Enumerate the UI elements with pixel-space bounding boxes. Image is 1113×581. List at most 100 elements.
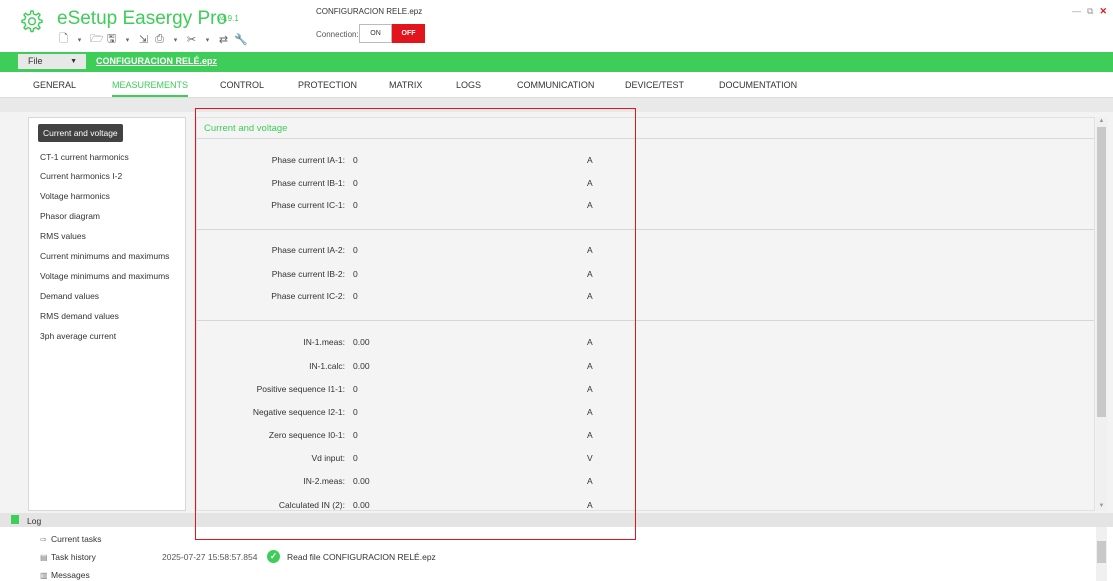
log-scrollbar[interactable] [1096,527,1107,581]
measurement-unit: A [587,155,593,165]
measurement-unit: A [587,500,593,510]
log-item-messages[interactable]: ▥ Messages [40,570,90,580]
measurement-label: Phase current IC-1: [271,200,345,210]
measurement-value: 0 [353,430,358,440]
dropdown-icon[interactable]: ▾ [170,36,181,44]
minimize-icon[interactable]: — [1072,6,1081,17]
sidebar-item-ct1-current-harmonics[interactable]: CT-1 current harmonics [40,152,129,162]
measurement-value: 0 [353,407,358,417]
window-controls: — ⧉ ✕ [1072,6,1107,17]
scroll-up-icon[interactable]: ▲ [1097,117,1106,126]
scroll-thumb[interactable] [1097,127,1106,417]
sidebar-item-voltage-harmonics[interactable]: Voltage harmonics [40,191,110,201]
measurement-value: 0 [353,178,358,188]
measurement-label: Phase current IA-1: [271,155,345,165]
log-item-task-history[interactable]: ▤ Task history [40,552,96,562]
history-icon: ▤ [40,553,48,562]
window-file-title: CONFIGURACION RELE.epz [316,7,423,16]
measurement-unit: V [587,453,593,463]
file-bar: File ▼ CONFIGURACION RELÉ.epz [0,52,1113,72]
save-icon[interactable]: 🖫 [106,30,117,49]
sidebar-item-phasor-diagram[interactable]: Phasor diagram [40,211,100,221]
app-title: eSetup Easergy Pro [57,8,228,29]
messages-icon: ▥ [40,571,48,580]
log-item-current-tasks[interactable]: ⇨ Current tasks [40,534,102,544]
measurement-unit: A [587,476,593,486]
tab-general[interactable]: GENERAL [33,80,76,90]
panel-scrollbar[interactable]: ▲ ▼ [1096,117,1107,511]
measurement-value: 0 [353,155,358,165]
measurement-value: 0 [353,200,358,210]
tab-device-test[interactable]: DEVICE/TEST [625,80,684,90]
measurement-label: Phase current IB-2: [271,269,345,279]
log-timestamp: 2025-07-27 15:58:57.854 [162,552,258,562]
connection-label: Connection: [316,30,359,39]
open-file-link[interactable]: CONFIGURACION RELÉ.epz [96,56,217,66]
wrench-icon[interactable]: 🔧 [234,33,248,46]
connection-off-button[interactable]: OFF [392,24,425,43]
log-item-label: Messages [51,570,90,580]
measurement-unit: A [587,291,593,301]
measurement-unit: A [587,269,593,279]
measurement-value: 0 [353,453,358,463]
new-file-icon[interactable]: 🗋 [58,30,69,49]
restore-icon[interactable]: ⧉ [1087,6,1093,17]
tab-control[interactable]: CONTROL [220,80,264,90]
tools-icon[interactable]: ✂ [186,33,197,46]
sidebar-item-current-harmonics-i2[interactable]: Current harmonics I-2 [40,171,122,181]
tab-protection[interactable]: PROTECTION [298,80,357,90]
measurement-unit: A [587,178,593,188]
measurement-value: 0 [353,269,358,279]
measurement-unit: A [587,407,593,417]
sidebar-item-rms-values[interactable]: RMS values [40,231,86,241]
print-icon[interactable]: ⎙ [154,33,165,46]
group-divider [197,320,1094,321]
log-item-label: Current tasks [51,534,102,544]
measurement-label: Zero sequence I0-1: [268,430,345,440]
log-panel: ⇨ Current tasks ▤ Task history ▥ Messages 2… [0,527,1113,581]
measurement-value: 0 [353,384,358,394]
group-divider [197,229,1094,230]
log-title: Log [27,516,42,526]
log-indicator-icon [11,515,19,524]
file-menu-button[interactable]: File ▼ [18,54,86,69]
measurement-panel: Current and voltage Phase current IA-1: … [196,117,1095,511]
dropdown-icon[interactable]: ▾ [122,36,133,44]
dropdown-icon[interactable]: ▾ [74,36,85,44]
log-message: Read file CONFIGURACION RELÉ.epz [287,552,436,562]
measurement-label: Positive sequence I1-1: [256,384,345,394]
close-icon[interactable]: ✕ [1099,6,1107,17]
tab-matrix[interactable]: MATRIX [389,80,422,90]
measurement-value: 0 [353,245,358,255]
open-folder-icon[interactable]: 🗁 [90,30,104,49]
main-tabs: GENERAL MEASUREMENTS CONTROL PROTECTION … [0,72,1113,98]
compare-icon[interactable]: ⇄ [218,33,229,46]
tab-communication[interactable]: COMMUNICATION [517,80,594,90]
dropdown-icon[interactable]: ▾ [202,36,213,44]
scroll-down-icon[interactable]: ▼ [1097,502,1106,511]
export-icon[interactable]: ⇲ [138,33,149,46]
sidebar-item-current-and-voltage[interactable]: Current and voltage [38,124,123,142]
tab-logs[interactable]: LOGS [456,80,481,90]
sidebar-item-3ph-average-current[interactable]: 3ph average current [40,331,116,341]
tab-measurements[interactable]: MEASUREMENTS [112,80,189,97]
measurement-unit: A [587,245,593,255]
sidebar-item-voltage-min-max[interactable]: Voltage minimums and maximums [40,271,169,281]
log-header[interactable]: Log [0,513,1113,527]
measurement-label: Vd input: [311,453,345,463]
connection-on-button[interactable]: ON [359,24,392,43]
measurement-value: 0 [353,291,358,301]
measurement-label: IN-2.meas: [303,476,345,486]
measurement-unit: A [587,337,593,347]
divider [197,138,1094,139]
sidebar-item-demand-values[interactable]: Demand values [40,291,99,301]
sidebar-item-rms-demand-values[interactable]: RMS demand values [40,311,119,321]
success-check-icon: ✓ [267,550,280,563]
measurements-sidebar: Current and voltage CT-1 current harmoni… [28,117,186,511]
panel-title: Current and voltage [204,123,288,134]
scroll-thumb[interactable] [1097,541,1106,563]
tab-documentation[interactable]: DOCUMENTATION [719,80,797,90]
sidebar-item-current-min-max[interactable]: Current minimums and maximums [40,251,169,261]
app-window: eSetup Easergy Pro v4.9.1 🗋 ▾ 🗁 🖫 ▾ ⇲ ⎙ … [0,0,1113,581]
measurement-value: 0.00 [353,361,370,371]
